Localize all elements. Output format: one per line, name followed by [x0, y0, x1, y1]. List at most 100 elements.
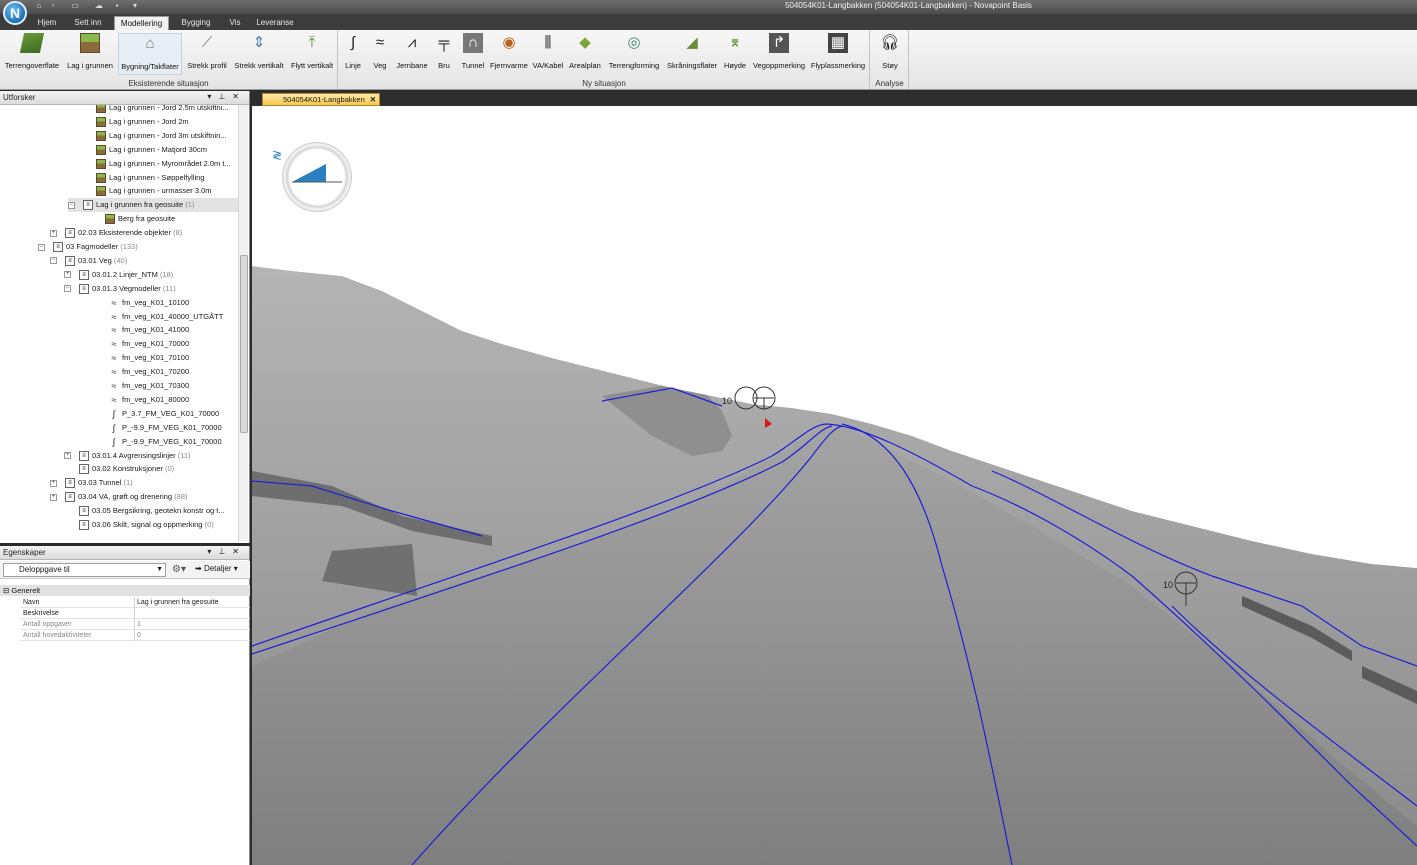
panel-controls[interactable]: ▾⊥✕	[207, 92, 246, 101]
slope-surfaces-button[interactable]: ◢ Skråningsflater	[665, 33, 719, 75]
terrain-forming-button[interactable]: ◎ Terrengforming	[605, 33, 663, 75]
road-button[interactable]: ≈ Veg	[367, 33, 393, 75]
tunnel-button[interactable]: ∩ Tunnel	[459, 33, 487, 75]
orbit-icon[interactable]: ≷	[272, 148, 282, 162]
tab-modellering[interactable]: Modellering	[114, 16, 169, 30]
tree-item[interactable]: ≈ fm_veg_K01_70100	[94, 351, 238, 365]
new-file-icon[interactable]: ▫	[48, 1, 58, 11]
home-icon[interactable]: ⌂	[34, 1, 44, 11]
tree-item[interactable]: Lag i grunnen - Myrområdet 2.0m t...	[81, 157, 238, 171]
property-row[interactable]: Antall hovedaktiviteter 0	[20, 630, 250, 641]
property-row[interactable]: Beskrivelse	[20, 608, 250, 619]
water-cable-icon: ⫼	[544, 34, 552, 51]
railway-button[interactable]: ⩘ Jernbane	[395, 33, 429, 75]
tree-item[interactable]: Lag i grunnen - Matjord 30cm	[81, 143, 238, 157]
expander-icon[interactable]: +	[50, 479, 57, 487]
tree-item-label: 03.03 Tunnel	[78, 478, 122, 488]
explorer-scrollbar[interactable]	[238, 105, 248, 541]
save-icon[interactable]: ▪	[112, 1, 122, 11]
terrain-surface-button[interactable]: Terrengoverflate	[2, 33, 62, 75]
tree-item[interactable]: Berg fra geosuite	[90, 212, 238, 226]
expander-icon[interactable]: +	[64, 452, 71, 460]
tree-item[interactable]: ≈ fm_veg_K01_70300	[94, 379, 238, 393]
road-icon: ≈	[111, 394, 117, 405]
tree-item[interactable]: ∫ P_-9.9_FM_VEG_K01_70000	[94, 435, 238, 449]
tree-item[interactable]: ∫ P_3.7_FM_VEG_K01_70000	[94, 407, 238, 421]
ribbon-tab-bar: Hjem Sett inn Modellering Bygging Vis Le…	[0, 14, 1417, 30]
ground-layer-button[interactable]: Lag i grunnen	[64, 33, 116, 75]
tree-item[interactable]: ≡ 03.05 Bergsikring, geotekn konstr og t.…	[64, 504, 238, 518]
tree-item[interactable]: − ≡ 03 Fagmodeller (133)	[38, 240, 238, 254]
building-button[interactable]: ⌂ Bygning/Takflater	[118, 33, 182, 75]
tree-item[interactable]: Lag i grunnen - Søppelfylling	[81, 171, 238, 185]
tree-item[interactable]: ≈ fm_veg_K01_70200	[94, 365, 238, 379]
tree-item[interactable]: + ≡ 03.04 VA, grøft og drenering (88)	[50, 490, 238, 504]
folder-icon: ≡	[79, 520, 89, 531]
tree-item[interactable]: + ≡ 03.01.2 Linjer_NTM (18)	[64, 268, 238, 282]
tree-item-label: 03.01.2 Linjer_NTM	[92, 269, 158, 279]
expander-icon[interactable]: +	[50, 229, 57, 237]
move-vertical-button[interactable]: ⤒ Flytt vertikalt	[288, 33, 336, 75]
tree-item[interactable]: Lag i grunnen - Jord 2.5m utskiftni...	[81, 105, 238, 115]
tree-item[interactable]: ≈ fm_veg_K01_80000	[94, 393, 238, 407]
tree-item[interactable]: + ≡ 03.01.4 Avgrensingslinjer (11)	[64, 449, 238, 463]
tree-item[interactable]: ≡ 03.02 Konstruksjoner (0)	[64, 462, 238, 476]
expander-icon[interactable]: +	[64, 271, 71, 279]
3d-viewport[interactable]: 10 10 ≷	[252, 106, 1417, 865]
tree-item[interactable]: ≡ 03.06 Skilt, signal og oppmerking (0)	[64, 518, 238, 532]
tree-item[interactable]: − ≡ Lag i grunnen fra geosuite (1)	[68, 198, 238, 213]
bridge-button[interactable]: ╤ Bru	[431, 33, 457, 75]
airport-marking-icon: ▦	[828, 33, 848, 53]
expander-icon[interactable]: −	[64, 285, 71, 293]
tree-item[interactable]: Lag i grunnen - Jord 3m utskiftnin...	[81, 129, 238, 143]
tree-item[interactable]: Lag i grunnen - Jord 2m	[81, 115, 238, 129]
tree-item[interactable]: ≈ fm_veg_K01_10100	[94, 296, 238, 310]
tree-item[interactable]: − ≡ 03.01 Veg (40)	[50, 254, 238, 268]
tree-item[interactable]: ≈ fm_veg_K01_40000_UTGÅTT	[94, 310, 238, 324]
view-compass[interactable]	[282, 142, 352, 212]
open-folder-icon[interactable]: ▭	[70, 1, 80, 11]
object-selector[interactable]: Deloppgave til ▼	[3, 563, 166, 577]
line-button[interactable]: ∫ Linje	[341, 33, 365, 75]
tab-vis[interactable]: Vis	[222, 16, 248, 30]
property-row[interactable]: Antall oppgaver 1	[20, 619, 250, 630]
details-button[interactable]: ➡ Detaljer ▾	[195, 564, 238, 573]
airport-marking-button[interactable]: ▦ Flyplassmerking	[809, 33, 867, 75]
stretch-profile-button[interactable]: ⟋ Strekk profil	[184, 33, 230, 75]
tree-item[interactable]: Lag i grunnen - urmasser 3.0m	[81, 184, 238, 198]
stretch-vertical-button[interactable]: ⇕ Strekk vertikalt	[232, 33, 286, 75]
district-heating-button[interactable]: ◉ Fjernvarme	[489, 33, 529, 75]
noise-button[interactable]: 🎧︎ Støy	[875, 33, 905, 75]
application-menu-button[interactable]: N	[3, 1, 27, 25]
close-icon[interactable]: ✕	[370, 94, 376, 105]
area-plan-button[interactable]: ◆ Arealplan	[567, 33, 603, 75]
height-button[interactable]: ⌆ Høyde	[721, 33, 749, 75]
tree-item[interactable]: ≈ fm_veg_K01_41000	[94, 323, 238, 337]
road-marking-button[interactable]: ↱ Vegoppmerking	[751, 33, 807, 75]
panel-controls[interactable]: ▾⊥✕	[207, 547, 246, 556]
expander-icon[interactable]: −	[50, 257, 57, 265]
layer-icon	[96, 130, 106, 141]
expander-icon[interactable]: +	[50, 493, 57, 501]
expander-icon[interactable]: −	[68, 201, 75, 209]
document-tab[interactable]: 504054K01-Langbakken ✕	[262, 93, 380, 106]
customize-quick-access-icon[interactable]: ▾	[130, 1, 140, 11]
station-label: 10	[722, 396, 732, 406]
tab-sett-inn[interactable]: Sett inn	[68, 16, 108, 30]
tab-bygging[interactable]: Bygging	[174, 16, 218, 30]
scrollbar-thumb[interactable]	[240, 255, 248, 433]
tree-item[interactable]: ≈ fm_veg_K01_70000	[94, 337, 238, 351]
property-group-general[interactable]: ⊟ Generelt	[0, 585, 250, 596]
tree-item[interactable]: ∫ P_-9.9_FM_VEG_K01_70000	[94, 421, 238, 435]
property-row[interactable]: Navn Lag i grunnen fra geosuite	[20, 597, 250, 608]
cloud-icon[interactable]: ☁	[94, 1, 104, 11]
expander-icon[interactable]: −	[38, 243, 45, 251]
layer-icon	[96, 116, 106, 127]
tree-item[interactable]: − ≡ 03.01.3 Vegmodeller (11)	[64, 282, 238, 296]
tree-item[interactable]: + ≡ 02.03 Eksisterende objekter (8)	[50, 226, 238, 240]
tree-item[interactable]: + ≡ 03.03 Tunnel (1)	[50, 476, 238, 490]
tab-leveranse[interactable]: Leveranse	[252, 16, 298, 30]
tab-hjem[interactable]: Hjem	[30, 16, 64, 30]
water-cable-button[interactable]: ⫼ VA/Kabel	[531, 33, 565, 75]
gear-icon[interactable]: ⚙▾	[172, 564, 186, 575]
